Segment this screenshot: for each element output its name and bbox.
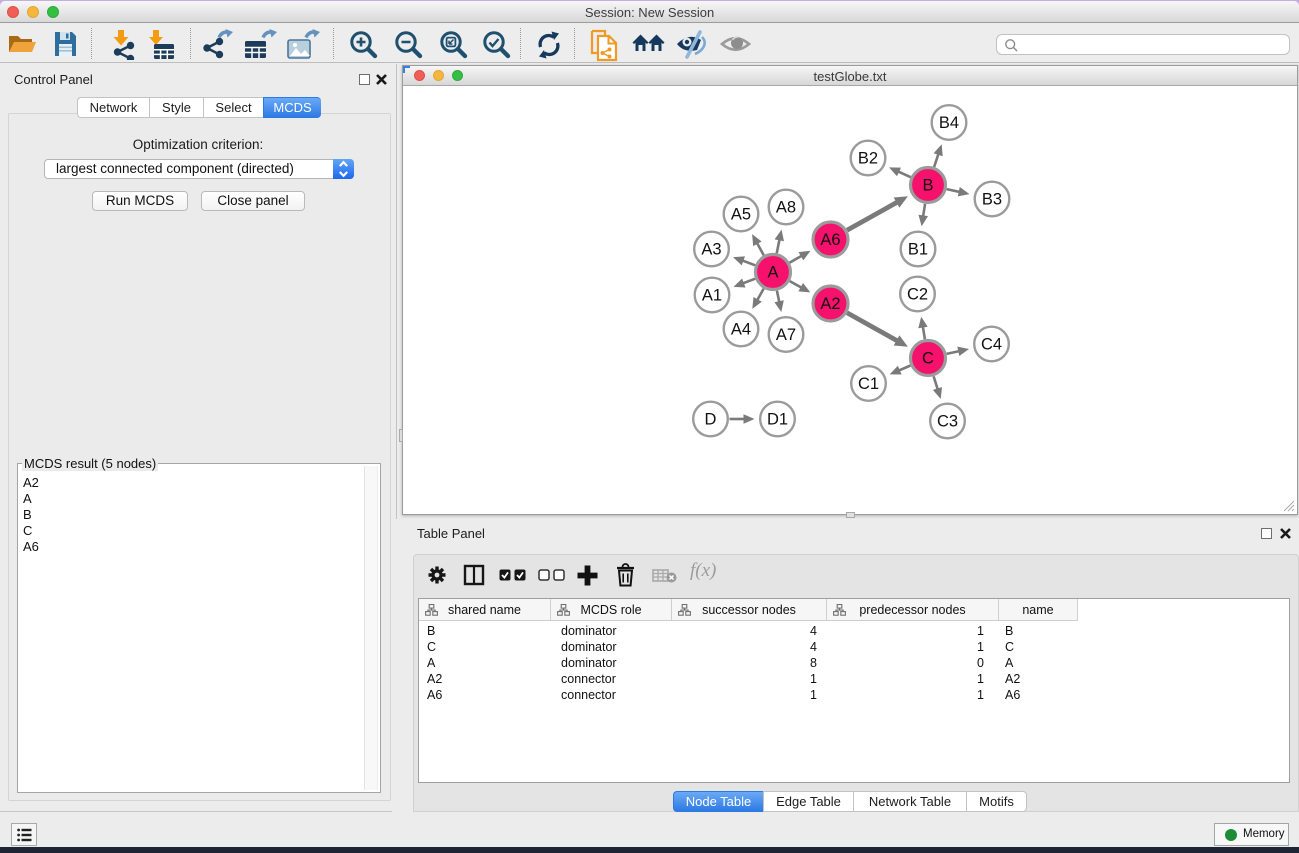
svg-text:A7: A7 <box>776 326 796 344</box>
svg-text:A2: A2 <box>820 295 840 313</box>
svg-text:C1: C1 <box>858 375 879 393</box>
svg-text:D: D <box>705 411 717 429</box>
svg-text:B2: B2 <box>858 150 878 168</box>
svg-text:D1: D1 <box>767 411 788 429</box>
svg-text:C4: C4 <box>981 336 1002 354</box>
svg-text:A6: A6 <box>820 231 840 249</box>
svg-text:A3: A3 <box>701 241 721 259</box>
svg-text:A1: A1 <box>702 287 722 305</box>
svg-text:B4: B4 <box>939 114 959 132</box>
svg-text:C: C <box>922 350 934 368</box>
svg-text:A4: A4 <box>731 321 751 339</box>
svg-text:A8: A8 <box>776 199 796 217</box>
svg-text:C3: C3 <box>937 413 958 431</box>
svg-text:B1: B1 <box>908 241 928 259</box>
svg-text:A: A <box>767 264 778 282</box>
svg-text:A5: A5 <box>731 206 751 224</box>
svg-text:B: B <box>922 177 933 195</box>
svg-text:B3: B3 <box>982 191 1002 209</box>
svg-text:C2: C2 <box>907 286 928 304</box>
